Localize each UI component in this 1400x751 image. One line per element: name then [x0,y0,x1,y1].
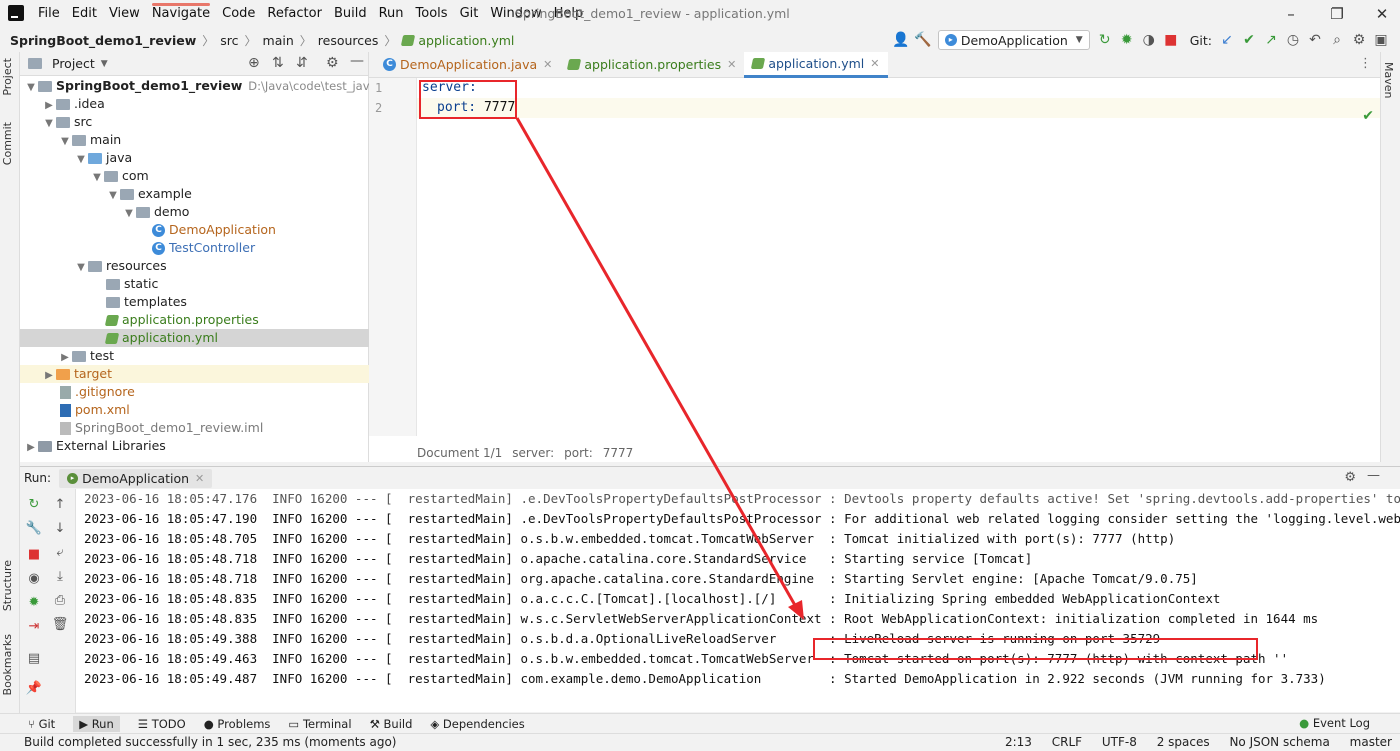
status-message[interactable]: Build completed successfully in 1 sec, 2… [24,735,396,749]
tool-tab-todo[interactable]: ☰ TODO [138,717,186,731]
status-bar: Build completed successfully in 1 sec, 2… [0,733,1400,751]
tool-tab-label: Build [383,716,413,731]
tool-tab-run[interactable]: ▶ Run [73,715,120,732]
bottom-tool-tabs: ⑂ Git ▶ Run ☰ TODO ● Problems ▭ Terminal… [0,713,1400,733]
tool-tab-problems[interactable]: ● Problems [204,717,271,731]
indent-setting[interactable]: 2 spaces [1157,735,1210,749]
tool-tab-dependencies[interactable]: ◈ Dependencies [430,717,524,731]
tool-tab-label: Problems [217,716,271,731]
tool-tab-terminal[interactable]: ▭ Terminal [288,717,351,731]
caret-position[interactable]: 2:13 [1005,735,1032,749]
tool-tab-git[interactable]: ⑂ Git [28,717,55,731]
tool-tab-label: Terminal [302,716,352,731]
git-branch[interactable]: master [1350,735,1392,749]
tool-tab-build[interactable]: ⚒ Build [370,717,413,731]
line-separator[interactable]: CRLF [1052,735,1082,749]
status-widgets: 2:13 CRLF UTF-8 2 spaces No JSON schema … [989,735,1392,749]
event-log-icon: ● [1299,716,1310,730]
event-log-button[interactable]: ● Event Log [1299,716,1370,730]
file-encoding[interactable]: UTF-8 [1102,735,1137,749]
tool-tab-label: Run [91,716,114,731]
tool-tab-label: Git [38,716,56,731]
tool-tab-label: Dependencies [442,716,525,731]
annotation-arrow [515,117,804,620]
event-log-label: Event Log [1312,716,1370,730]
tool-tab-label: TODO [151,716,186,731]
json-schema[interactable]: No JSON schema [1229,735,1329,749]
